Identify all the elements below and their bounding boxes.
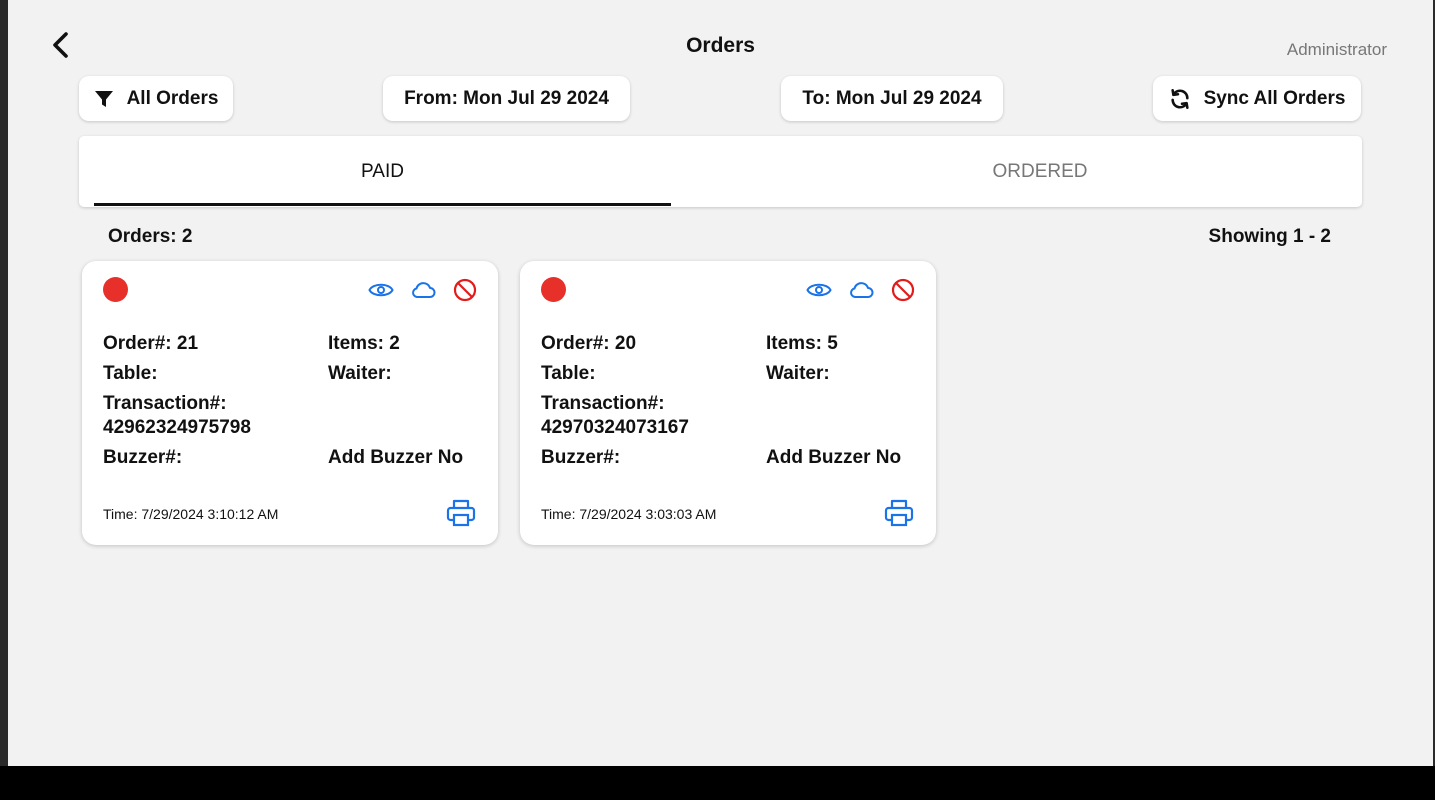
waiter-label: Waiter: (328, 363, 392, 384)
active-tab-indicator (94, 203, 671, 206)
all-orders-label: All Orders (126, 87, 219, 109)
items-count: Items: 5 (766, 333, 838, 354)
add-buzzer-button[interactable]: Add Buzzer No (766, 447, 901, 469)
tab-ordered[interactable]: ORDERED (720, 136, 1360, 207)
user-role-label: Administrator (1286, 40, 1387, 59)
from-date-button[interactable]: From: Mon Jul 29 2024 (383, 76, 630, 121)
eye-icon[interactable] (368, 277, 394, 303)
printer-icon[interactable] (883, 497, 915, 529)
order-time: Time: 7/29/2024 3:03:03 AM (541, 506, 717, 522)
transaction-number: 42962324975798 (103, 417, 251, 438)
filter-icon (94, 90, 113, 107)
add-buzzer-button[interactable]: Add Buzzer No (328, 447, 463, 469)
order-number: Order#: 21 (103, 333, 199, 354)
page-title: Orders (686, 34, 755, 57)
transaction-label: Transaction#: (541, 393, 665, 414)
cancel-icon[interactable] (890, 277, 916, 303)
tab-paid-label: PAID (361, 160, 404, 182)
table-label: Table: (541, 363, 596, 384)
sync-all-orders-button[interactable]: Sync All Orders (1153, 76, 1361, 121)
order-number: Order#: 20 (541, 333, 637, 354)
status-indicator (103, 277, 128, 302)
from-date-label: From: Mon Jul 29 2024 (404, 87, 609, 109)
to-date-label: To: Mon Jul 29 2024 (802, 87, 982, 109)
cloud-icon[interactable] (410, 277, 436, 303)
showing-range: Showing 1 - 2 (1208, 226, 1331, 247)
printer-icon[interactable] (445, 497, 477, 529)
cancel-icon[interactable] (452, 277, 478, 303)
buzzer-label: Buzzer#: (541, 447, 621, 468)
orders-screen: Orders Administrator All Orders From: Mo… (8, 0, 1433, 766)
order-status-tabs: PAID ORDERED (79, 136, 1362, 207)
table-label: Table: (103, 363, 158, 384)
tab-paid[interactable]: PAID (94, 136, 671, 207)
to-date-button[interactable]: To: Mon Jul 29 2024 (781, 76, 1003, 121)
transaction-number: 42970324073167 (541, 417, 689, 438)
window-frame-left (0, 0, 8, 800)
sync-icon (1170, 88, 1189, 109)
tab-ordered-label: ORDERED (992, 160, 1088, 182)
all-orders-filter-button[interactable]: All Orders (79, 76, 233, 121)
order-time: Time: 7/29/2024 3:10:12 AM (103, 506, 279, 522)
status-indicator (541, 277, 566, 302)
cloud-icon[interactable] (848, 277, 874, 303)
system-navigation-bar (0, 766, 1435, 800)
transaction-label: Transaction#: (103, 393, 227, 414)
order-card[interactable]: Order#: 21 Items: 2 Table: Waiter: Trans… (82, 261, 498, 545)
items-count: Items: 2 (328, 333, 400, 354)
buzzer-label: Buzzer#: (103, 447, 183, 468)
order-card[interactable]: Order#: 20 Items: 5 Table: Waiter: Trans… (520, 261, 936, 545)
orders-count: Orders: 2 (108, 226, 193, 247)
eye-icon[interactable] (806, 277, 832, 303)
sync-all-orders-label: Sync All Orders (1203, 87, 1346, 109)
waiter-label: Waiter: (766, 363, 830, 384)
